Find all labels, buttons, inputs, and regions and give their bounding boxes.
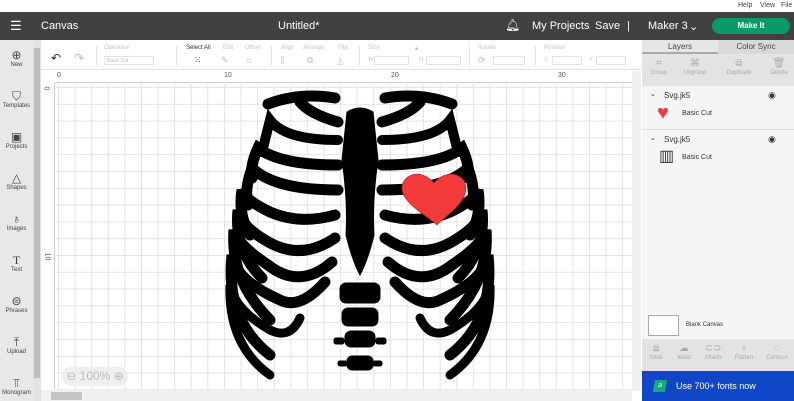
layer-group[interactable]: ⌄ Svg.jk5 ◉ ♥ Basic Cut bbox=[642, 88, 794, 130]
layer-operation: Basic Cut bbox=[682, 110, 712, 117]
chevron-down-icon[interactable]: ⌄ bbox=[650, 90, 656, 98]
tab-color-sync[interactable]: Color Sync bbox=[718, 40, 794, 54]
weld-button[interactable]: ☁ Weld bbox=[669, 343, 699, 361]
group-button[interactable]: ⌗ Group bbox=[644, 58, 674, 76]
contour-icon: ◌ bbox=[774, 343, 780, 354]
contour-button[interactable]: ◌ Contour bbox=[762, 343, 792, 361]
slice-icon: ⧈ bbox=[652, 343, 660, 354]
layer-group[interactable]: ⌄ Svg.jk5 ◉ ▥ Basic Cut bbox=[642, 132, 794, 174]
group-icon: ⌗ bbox=[656, 58, 662, 69]
canvas-vertical-scrollbar[interactable] bbox=[632, 71, 641, 391]
ungroup-button[interactable]: ⌘ Ungroup bbox=[680, 58, 710, 76]
zoom-level: 100% bbox=[79, 369, 111, 383]
chevron-down-icon[interactable]: ⌄ bbox=[650, 134, 656, 142]
tab-layers[interactable]: Layers bbox=[642, 40, 718, 54]
delete-button[interactable]: 🗑︎ Delete bbox=[764, 58, 794, 76]
ribcage-image[interactable] bbox=[225, 96, 490, 375]
layer-name: Svg.jk5 bbox=[664, 91, 691, 100]
layer-operation: Basic Cut bbox=[682, 154, 712, 161]
blank-canvas-label: Blank Canvas bbox=[686, 322, 724, 328]
trash-icon: 🗑︎ bbox=[772, 58, 786, 69]
zoom-in-icon[interactable]: ⊕ bbox=[114, 369, 124, 383]
font-a-icon: a bbox=[652, 380, 668, 392]
eye-icon[interactable]: ◉ bbox=[768, 90, 776, 101]
canvas-horizontal-scrollbar[interactable] bbox=[41, 390, 632, 401]
scroll-thumb[interactable] bbox=[51, 392, 82, 400]
slice-button[interactable]: ⧈ Slice bbox=[641, 343, 671, 361]
layer-name: Svg.jk5 bbox=[664, 135, 691, 144]
fonts-promo-banner[interactable]: a Use 700+ fonts now bbox=[642, 371, 794, 401]
layers-panel: Layers Color Sync ⌗ Group ⌘ Ungroup ⧉ Dupli… bbox=[642, 40, 794, 401]
layer-actions: ⌗ Group ⌘ Ungroup ⧉ Duplicate 🗑︎ Delete bbox=[642, 54, 794, 86]
duplicate-icon: ⧉ bbox=[735, 58, 743, 69]
eye-icon[interactable]: ◉ bbox=[768, 134, 776, 145]
weld-icon: ☁ bbox=[679, 343, 689, 354]
blank-canvas-swatch[interactable] bbox=[648, 315, 679, 336]
zoom-control: ⊖ 100% ⊕ bbox=[62, 367, 128, 386]
flatten-button[interactable]: ⩡ Flatten bbox=[729, 343, 759, 361]
flatten-icon: ⩡ bbox=[741, 343, 747, 354]
ungroup-icon: ⌘ bbox=[690, 58, 700, 69]
promo-text: Use 700+ fonts now bbox=[676, 381, 756, 391]
zoom-out-icon[interactable]: ⊖ bbox=[66, 369, 76, 383]
duplicate-button[interactable]: ⧉ Duplicate bbox=[724, 58, 754, 76]
heart-thumbnail-icon: ♥ bbox=[657, 102, 669, 124]
attach-button[interactable]: ⊂⊃ Attach bbox=[698, 343, 728, 361]
bottom-actions: ⧈ Slice ☁ Weld ⊂⊃ Attach ⩡ Flatten ◌ Contour bbox=[642, 339, 794, 371]
attach-icon: ⊂⊃ bbox=[704, 343, 722, 354]
ribcage-thumbnail-icon: ▥ bbox=[659, 148, 675, 165]
